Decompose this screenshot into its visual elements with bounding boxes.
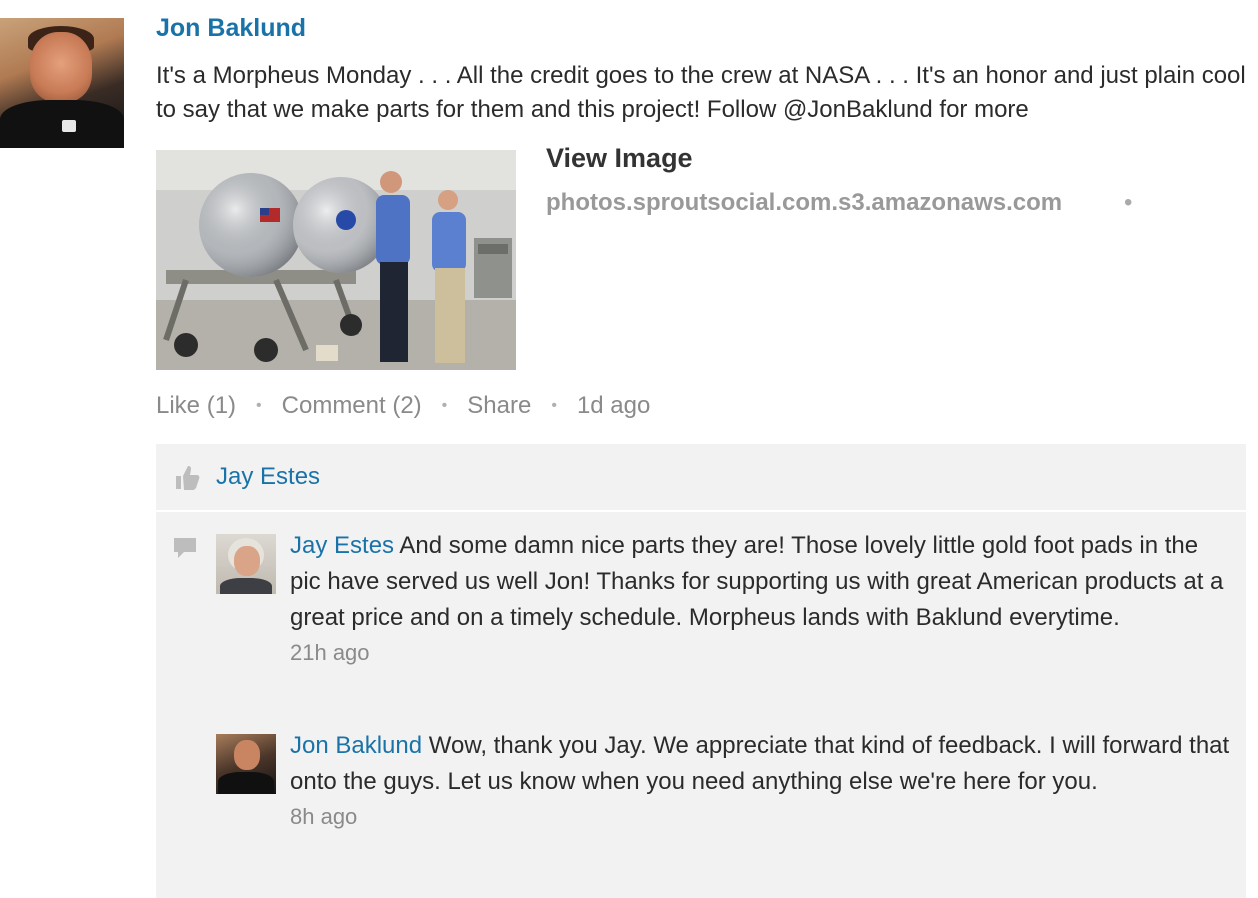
comment-text: Wow, thank you Jay. We appreciate that k… xyxy=(290,732,1230,795)
comments-panel: Jay Estes Jay Estes And some damn nice p… xyxy=(156,444,1246,898)
comment-bubble-icon xyxy=(174,538,196,558)
like-link[interactable]: Like (1) xyxy=(156,392,236,420)
attachment-thumbnail[interactable] xyxy=(156,150,516,370)
comment-timestamp[interactable]: 21h ago xyxy=(290,636,1230,670)
morpheus-lander-photo xyxy=(156,150,516,370)
comment-body: Jon Baklund Wow, thank you Jay. We appre… xyxy=(290,728,1230,834)
thumbs-up-icon xyxy=(176,466,200,490)
attachment-source-domain: photos.sproutsocial.com.s3.amazonaws.com xyxy=(546,189,1063,216)
post-timestamp[interactable]: 1d ago xyxy=(577,392,650,420)
avatar-patch xyxy=(62,120,76,132)
liker-name[interactable]: Jay Estes xyxy=(216,463,320,491)
likes-row: Jay Estes xyxy=(156,444,1246,512)
comment-text: And some damn nice parts they are! Those… xyxy=(290,532,1224,631)
commenter-name[interactable]: Jon Baklund xyxy=(290,732,422,759)
commenter-avatar[interactable] xyxy=(216,734,276,794)
attachment-separator: • xyxy=(1124,189,1133,216)
comment-body: Jay Estes And some damn nice parts they … xyxy=(290,528,1230,670)
comment-timestamp[interactable]: 8h ago xyxy=(290,800,1230,834)
facebook-post: Jon Baklund It's a Morpheus Monday . . .… xyxy=(0,0,1258,898)
comment-link[interactable]: Comment (2) xyxy=(282,392,422,420)
action-separator: • xyxy=(256,397,262,414)
avatar-shirt xyxy=(218,772,274,794)
author-avatar[interactable] xyxy=(0,18,124,148)
commenter-avatar[interactable] xyxy=(216,534,276,594)
share-link[interactable]: Share xyxy=(467,392,531,420)
action-separator: • xyxy=(441,397,448,414)
avatar-face xyxy=(30,32,92,102)
post-author-name[interactable]: Jon Baklund xyxy=(156,14,306,43)
post-text: It's a Morpheus Monday . . . All the cre… xyxy=(156,62,1246,123)
avatar-face xyxy=(234,546,260,576)
attachment-title-link[interactable]: View Image xyxy=(546,143,693,174)
post-action-bar: Like (1) • Comment (2) • Share • 1d ago xyxy=(156,392,650,420)
commenter-name[interactable]: Jay Estes xyxy=(290,532,394,559)
avatar-face xyxy=(234,740,260,770)
avatar-shirt xyxy=(220,578,272,594)
action-separator: • xyxy=(551,397,557,414)
